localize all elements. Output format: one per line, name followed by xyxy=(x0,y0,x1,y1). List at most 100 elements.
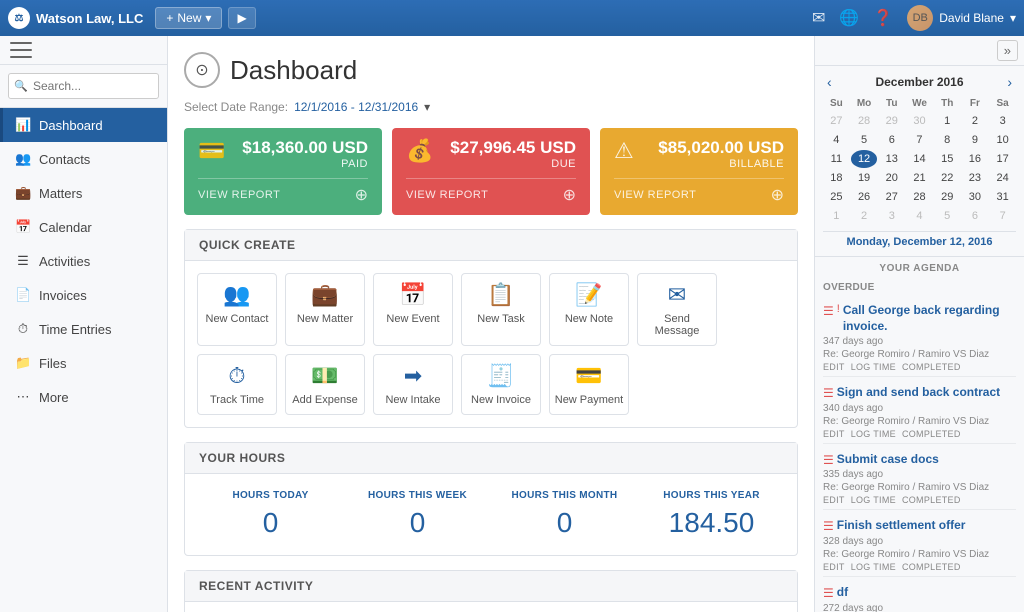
hamburger-icon[interactable] xyxy=(10,42,32,58)
view-report-due[interactable]: VIEW REPORT xyxy=(406,189,488,201)
sidebar-item-more[interactable]: ⋯More xyxy=(0,380,167,414)
ai-action-log-time-item1[interactable]: LOG TIME xyxy=(851,362,896,372)
cal-day-4-5[interactable]: 30 xyxy=(962,188,989,206)
sidebar-item-files[interactable]: 📁Files xyxy=(0,346,167,380)
qc-item-track-time[interactable]: ⏱ Track Time xyxy=(197,354,277,415)
cal-day-5-6[interactable]: 7 xyxy=(989,207,1016,225)
cal-day-1-2[interactable]: 6 xyxy=(878,131,905,149)
cal-day-5-3[interactable]: 4 xyxy=(906,207,933,225)
cal-day-2-4[interactable]: 15 xyxy=(934,150,961,168)
cal-day-3-5[interactable]: 23 xyxy=(962,169,989,187)
cal-day-4-1[interactable]: 26 xyxy=(851,188,878,206)
ai-action-completed-item1[interactable]: COMPLETED xyxy=(902,362,961,372)
stat-plus-icon-paid[interactable]: ⊕ xyxy=(355,185,368,205)
view-report-paid[interactable]: VIEW REPORT xyxy=(198,189,280,201)
ai-name-item4[interactable]: Finish settlement offer xyxy=(837,518,966,534)
cal-day-0-6[interactable]: 3 xyxy=(989,112,1016,130)
qc-item-new-payment[interactable]: 💳 New Payment xyxy=(549,354,629,415)
cal-day-1-3[interactable]: 7 xyxy=(906,131,933,149)
cal-day-0-1[interactable]: 28 xyxy=(851,112,878,130)
globe-icon[interactable]: 🌐 xyxy=(839,8,859,28)
cal-day-2-2[interactable]: 13 xyxy=(878,150,905,168)
cal-day-2-1[interactable]: 12 xyxy=(851,150,878,168)
ai-name-item2[interactable]: Sign and send back contract xyxy=(837,385,1000,401)
cal-day-0-0[interactable]: 27 xyxy=(823,112,850,130)
cal-day-4-6[interactable]: 31 xyxy=(989,188,1016,206)
cal-day-2-6[interactable]: 17 xyxy=(989,150,1016,168)
qc-item-new-note[interactable]: 📝 New Note xyxy=(549,273,629,346)
ai-action-edit-item3[interactable]: EDIT xyxy=(823,495,845,505)
sidebar-item-invoices[interactable]: 📄Invoices xyxy=(0,278,167,312)
ai-action-edit-item2[interactable]: EDIT xyxy=(823,429,845,439)
stat-plus-icon-due[interactable]: ⊕ xyxy=(563,185,576,205)
cal-day-3-1[interactable]: 19 xyxy=(851,169,878,187)
qc-item-add-expense[interactable]: 💵 Add Expense xyxy=(285,354,365,415)
cal-day-0-3[interactable]: 30 xyxy=(906,112,933,130)
ai-name-item1[interactable]: Call George back regarding invoice. xyxy=(843,303,1016,334)
cal-day-5-1[interactable]: 2 xyxy=(851,207,878,225)
view-report-billable[interactable]: VIEW REPORT xyxy=(614,189,696,201)
ai-name-item5[interactable]: df xyxy=(837,585,848,601)
ai-action-log-time-item3[interactable]: LOG TIME xyxy=(851,495,896,505)
cal-day-5-2[interactable]: 3 xyxy=(878,207,905,225)
stat-plus-icon-billable[interactable]: ⊕ xyxy=(771,185,784,205)
cal-day-4-4[interactable]: 29 xyxy=(934,188,961,206)
cal-day-0-5[interactable]: 2 xyxy=(962,112,989,130)
cal-day-5-0[interactable]: 1 xyxy=(823,207,850,225)
cal-day-3-4[interactable]: 22 xyxy=(934,169,961,187)
ai-action-edit-item4[interactable]: EDIT xyxy=(823,562,845,572)
qc-item-new-invoice[interactable]: 🧾 New Invoice xyxy=(461,354,541,415)
cal-day-2-0[interactable]: 11 xyxy=(823,150,850,168)
sidebar-item-activities[interactable]: ☰Activities xyxy=(0,244,167,278)
ai-actions-item2: EDIT LOG TIME COMPLETED xyxy=(823,429,1016,439)
qc-item-send-message[interactable]: ✉ Send Message xyxy=(637,273,717,346)
mail-icon[interactable]: ✉ xyxy=(812,8,825,28)
calendar-next-button[interactable]: › xyxy=(1003,74,1016,90)
search-input[interactable] xyxy=(8,73,159,99)
collapse-panel-button[interactable]: » xyxy=(997,40,1018,61)
cal-day-5-5[interactable]: 6 xyxy=(962,207,989,225)
cal-day-2-5[interactable]: 16 xyxy=(962,150,989,168)
cal-day-3-0[interactable]: 18 xyxy=(823,169,850,187)
qc-item-new-task[interactable]: 📋 New Task xyxy=(461,273,541,346)
ai-action-log-time-item4[interactable]: LOG TIME xyxy=(851,562,896,572)
cal-day-3-2[interactable]: 20 xyxy=(878,169,905,187)
ai-action-completed-item2[interactable]: COMPLETED xyxy=(902,429,961,439)
user-menu[interactable]: DB David Blane ▾ xyxy=(907,5,1016,31)
sidebar-item-dashboard[interactable]: 📊Dashboard xyxy=(0,108,167,142)
cal-day-1-4[interactable]: 8 xyxy=(934,131,961,149)
cal-day-0-4[interactable]: 1 xyxy=(934,112,961,130)
cal-day-1-1[interactable]: 5 xyxy=(851,131,878,149)
date-range-chevron[interactable]: ▾ xyxy=(424,100,430,114)
sidebar-item-timeentries[interactable]: ⏱Time Entries xyxy=(0,312,167,346)
ai-name-item3[interactable]: Submit case docs xyxy=(837,452,939,468)
new-button[interactable]: + New ▾ xyxy=(155,7,222,29)
sidebar-item-contacts[interactable]: 👥Contacts xyxy=(0,142,167,176)
date-range-value[interactable]: 12/1/2016 - 12/31/2016 xyxy=(294,100,418,114)
ai-action-edit-item1[interactable]: EDIT xyxy=(823,362,845,372)
qc-item-new-event[interactable]: 📅 New Event xyxy=(373,273,453,346)
cal-day-1-0[interactable]: 4 xyxy=(823,131,850,149)
ai-action-log-time-item2[interactable]: LOG TIME xyxy=(851,429,896,439)
cal-day-4-2[interactable]: 27 xyxy=(878,188,905,206)
cal-day-2-3[interactable]: 14 xyxy=(906,150,933,168)
play-button[interactable]: ▶ xyxy=(228,7,255,29)
cal-day-0-2[interactable]: 29 xyxy=(878,112,905,130)
sidebar-item-matters[interactable]: 💼Matters xyxy=(0,176,167,210)
sidebar-item-calendar[interactable]: 📅Calendar xyxy=(0,210,167,244)
qc-item-new-contact[interactable]: 👥 New Contact xyxy=(197,273,277,346)
calendar-prev-button[interactable]: ‹ xyxy=(823,74,836,90)
qc-item-new-matter[interactable]: 💼 New Matter xyxy=(285,273,365,346)
cal-day-5-4[interactable]: 5 xyxy=(934,207,961,225)
cal-day-3-3[interactable]: 21 xyxy=(906,169,933,187)
cal-day-1-5[interactable]: 9 xyxy=(962,131,989,149)
cal-day-3-6[interactable]: 24 xyxy=(989,169,1016,187)
cal-day-4-0[interactable]: 25 xyxy=(823,188,850,206)
help-icon[interactable]: ❓ xyxy=(873,8,893,28)
qc-item-new-intake[interactable]: ➡ New Intake xyxy=(373,354,453,415)
cal-day-4-3[interactable]: 28 xyxy=(906,188,933,206)
ai-action-completed-item3[interactable]: COMPLETED xyxy=(902,495,961,505)
ai-action-completed-item4[interactable]: COMPLETED xyxy=(902,562,961,572)
sidebar-menu-button[interactable] xyxy=(0,36,167,65)
cal-day-1-6[interactable]: 10 xyxy=(989,131,1016,149)
